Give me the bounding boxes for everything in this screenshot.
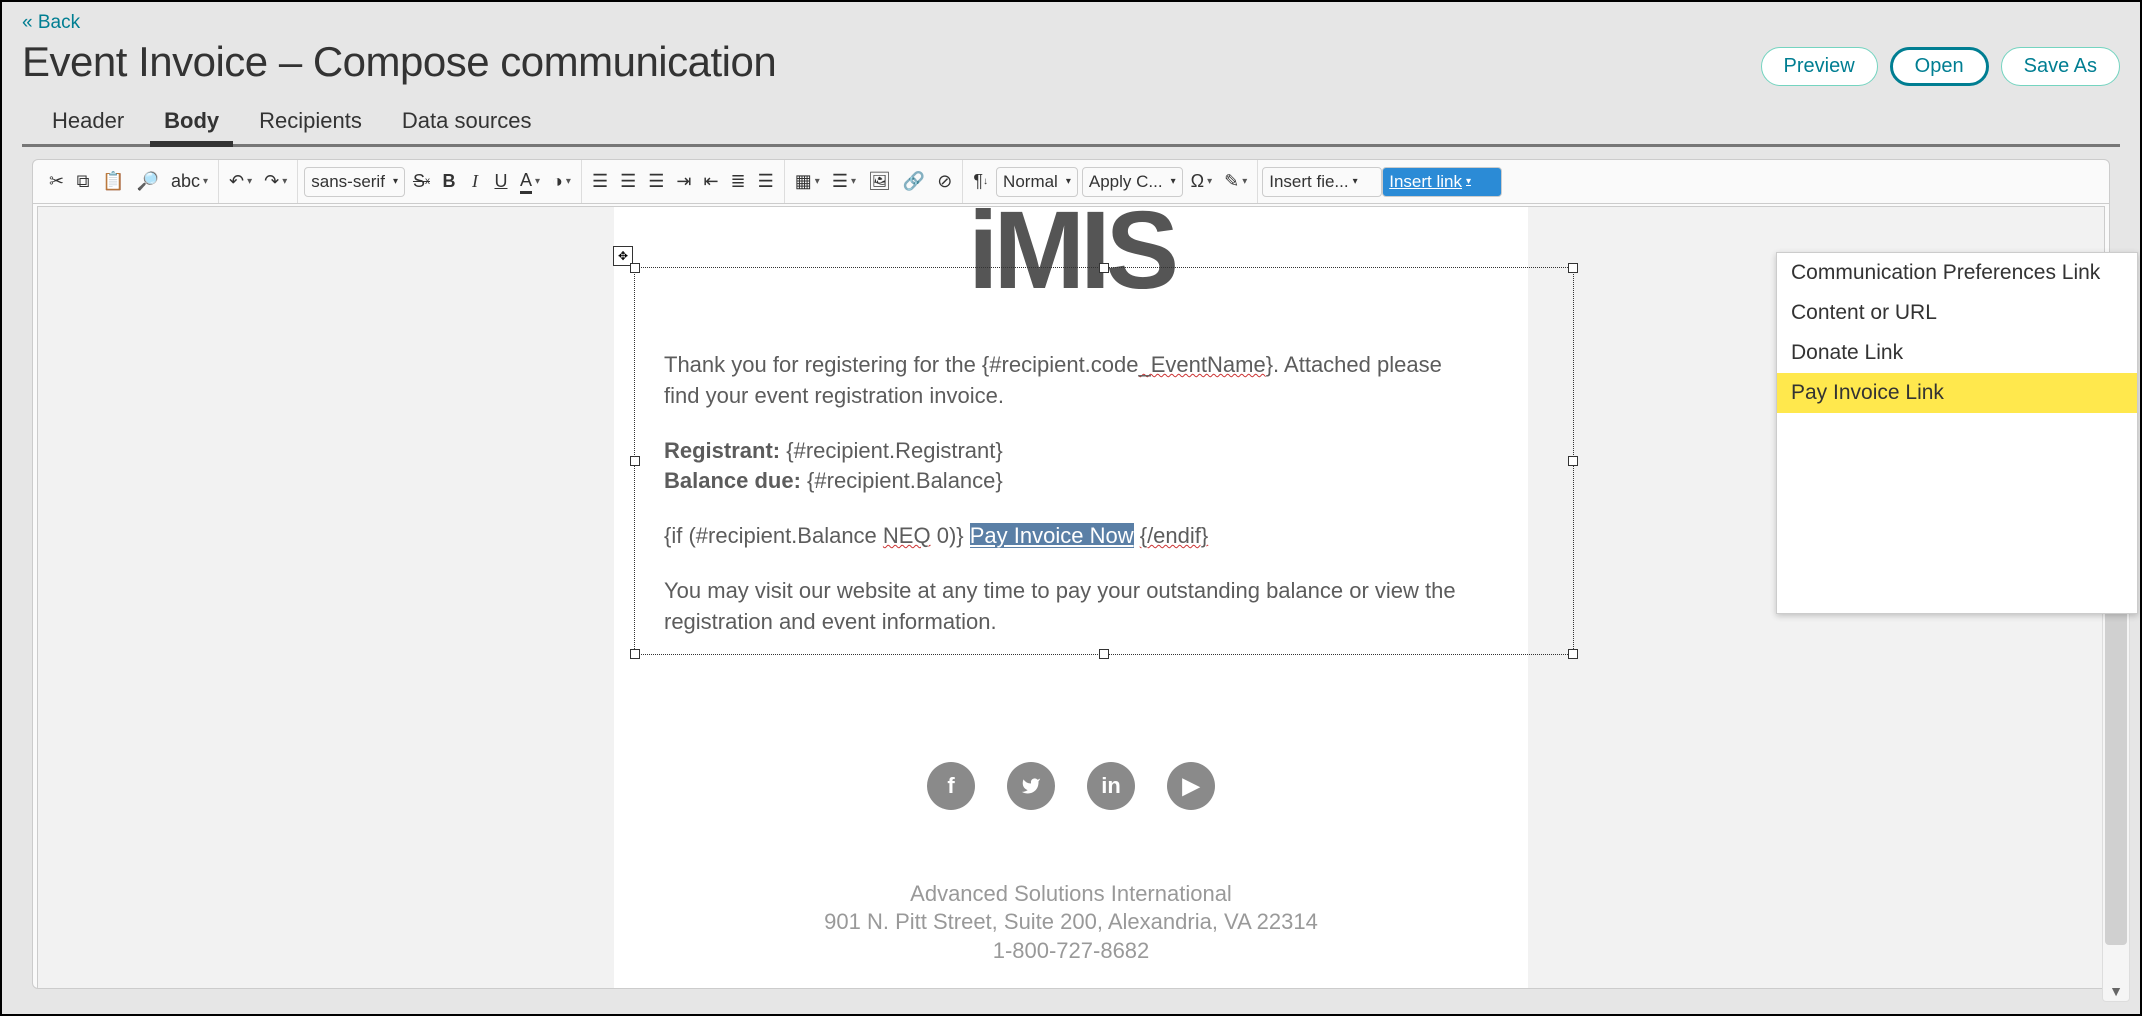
linkedin-icon[interactable]: in [1087, 762, 1135, 810]
save-as-button[interactable]: Save As [2001, 47, 2120, 86]
bold-icon[interactable]: B [436, 167, 462, 197]
dropdown-item-content-url[interactable]: Content or URL [1777, 293, 2137, 333]
youtube-icon[interactable]: ▶ [1167, 762, 1215, 810]
undo-icon[interactable]: ↶▾ [223, 167, 258, 197]
tab-recipients[interactable]: Recipients [259, 96, 362, 144]
back-link[interactable]: « Back [22, 12, 80, 34]
tab-data-sources[interactable]: Data sources [402, 96, 532, 144]
dropdown-item-comm-pref[interactable]: Communication Preferences Link [1777, 253, 2137, 293]
pay-invoice-now-link[interactable]: Pay Invoice Now [970, 523, 1134, 548]
resize-handle[interactable] [1568, 649, 1578, 659]
spellcheck-icon[interactable]: abc▾ [165, 167, 214, 197]
block-icon[interactable]: ☰▾ [826, 167, 862, 197]
resize-handle[interactable] [1568, 456, 1578, 466]
font-family-select[interactable]: sans-serif▾ [304, 167, 405, 197]
table-icon[interactable]: ▦▾ [789, 167, 826, 197]
paragraph-direction-icon[interactable]: ¶↓ [967, 167, 994, 197]
action-buttons: Preview Open Save As [1761, 47, 2120, 86]
apply-css-select[interactable]: Apply C...▾ [1082, 167, 1183, 197]
paragraph-style-select[interactable]: Normal▾ [996, 167, 1078, 197]
toolbar: ✂ ⧉ 📋 🔎 abc▾ ↶▾ ↷▾ sans-serif▾ Sx B I U … [33, 160, 2109, 204]
intro-paragraph: Thank you for registering for the {#reci… [664, 350, 1478, 412]
underline-icon[interactable]: U [488, 167, 514, 197]
tab-bar: Header Body Recipients Data sources [22, 96, 2120, 147]
tab-header[interactable]: Header [52, 96, 124, 144]
misspelled-eventname: _EventName [1139, 352, 1266, 377]
dropdown-item-donate[interactable]: Donate Link [1777, 333, 2137, 373]
balance-line: Balance due: {#recipient.Balance} [664, 466, 1478, 497]
redo-icon[interactable]: ↷▾ [258, 167, 293, 197]
email-body[interactable]: Thank you for registering for the {#reci… [614, 295, 1528, 692]
copy-icon[interactable]: ⧉ [70, 167, 96, 197]
registrant-line: Registrant: {#recipient.Registrant} [664, 436, 1478, 467]
bg-color-icon[interactable]: ◑▾ [546, 167, 577, 197]
outdent-icon[interactable]: ⇤ [697, 167, 724, 197]
page-title: Event Invoice – Compose communication [22, 38, 776, 86]
align-center-icon[interactable]: ☰ [614, 167, 642, 197]
align-left-icon[interactable]: ☰ [586, 167, 614, 197]
highlighter-icon[interactable]: ✎▾ [1218, 167, 1253, 197]
insert-link-dropdown: Communication Preferences Link Content o… [1776, 252, 2138, 614]
twitter-icon[interactable] [1007, 762, 1055, 810]
scroll-down-icon[interactable]: ▼ [2103, 983, 2129, 999]
font-color-icon[interactable]: A▾ [514, 167, 546, 197]
image-icon[interactable]: 🖼 [862, 167, 897, 197]
dropdown-item-pay-invoice[interactable]: Pay Invoice Link [1777, 373, 2137, 413]
footer-text: Advanced Solutions International 901 N. … [614, 880, 1528, 966]
social-row: f in ▶ [614, 762, 1528, 810]
facebook-icon[interactable]: f [927, 762, 975, 810]
conditional-line: {if (#recipient.Balance NEQ 0)} Pay Invo… [664, 521, 1478, 552]
strike-icon[interactable]: Sx [407, 167, 436, 197]
find-icon[interactable]: 🔎 [131, 167, 165, 197]
link-icon[interactable]: 🔗 [897, 167, 931, 197]
resize-handle[interactable] [1568, 263, 1578, 273]
unordered-list-icon[interactable]: ☰ [752, 167, 780, 197]
italic-icon[interactable]: I [462, 167, 488, 197]
cut-icon[interactable]: ✂ [43, 167, 70, 197]
open-button[interactable]: Open [1890, 47, 1989, 86]
tab-body[interactable]: Body [164, 96, 219, 144]
unlink-icon[interactable]: ⊘ [931, 167, 958, 197]
insert-link-select[interactable]: Insert link▾ [1382, 167, 1502, 197]
paste-icon[interactable]: 📋 [96, 167, 130, 197]
ordered-list-icon[interactable]: ≣ [725, 167, 752, 197]
email-column: iMIS Thank you for registering for the {… [614, 207, 1528, 989]
preview-button[interactable]: Preview [1761, 47, 1878, 86]
indent-icon[interactable]: ⇥ [670, 167, 697, 197]
logo: iMIS [614, 207, 1528, 295]
align-right-icon[interactable]: ☰ [642, 167, 670, 197]
insert-field-select[interactable]: Insert fie...▾ [1262, 167, 1382, 197]
outro-paragraph: You may visit our website at any time to… [664, 576, 1478, 638]
omega-icon[interactable]: Ω▾ [1185, 167, 1219, 197]
